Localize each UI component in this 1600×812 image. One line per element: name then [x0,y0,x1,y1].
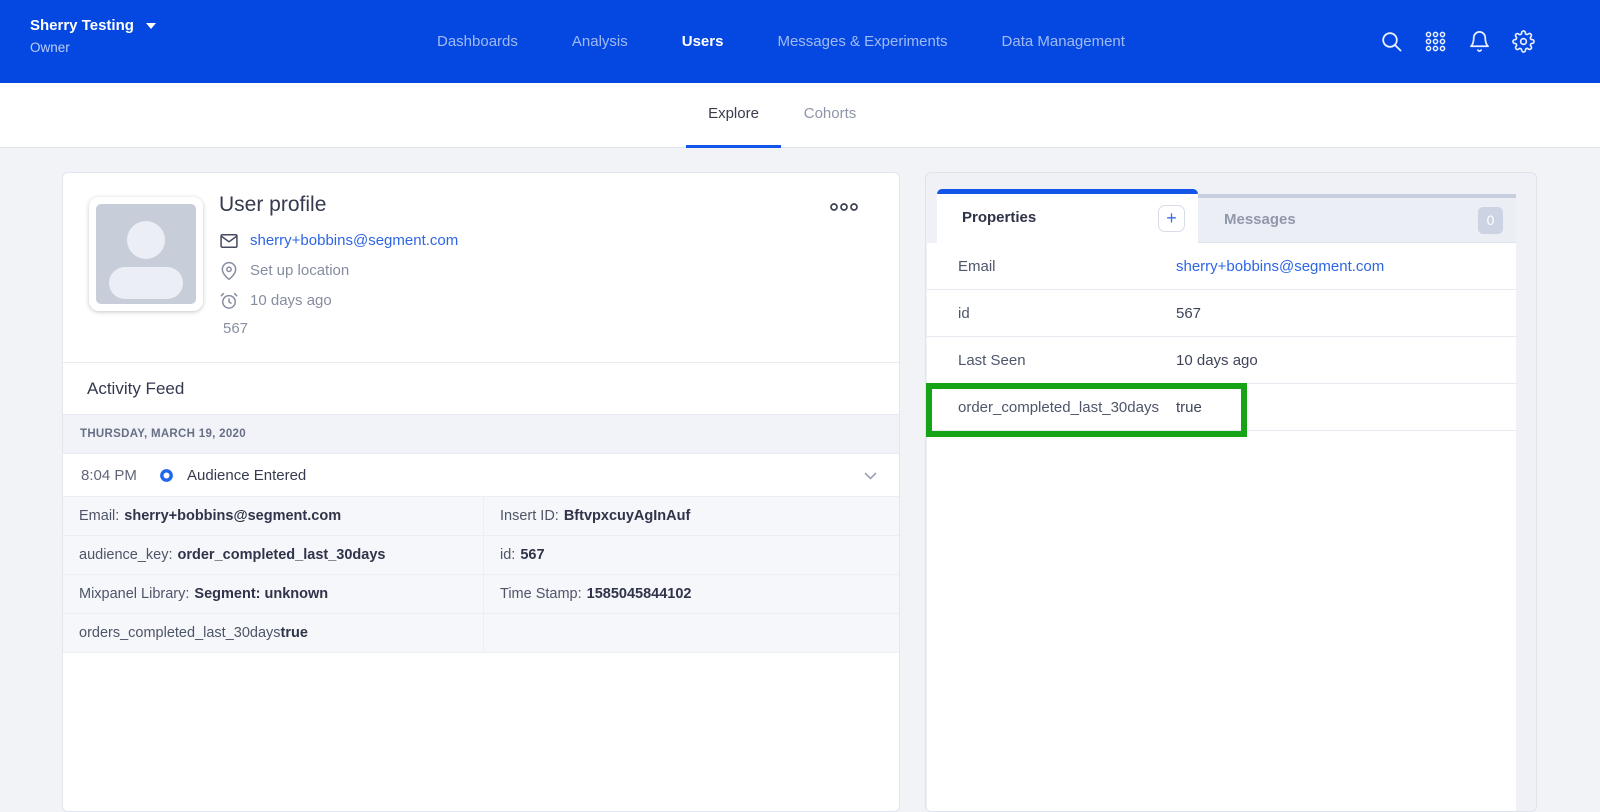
mail-icon [219,231,239,251]
property-row-last-seen: Last Seen 10 days ago [927,337,1516,384]
activity-date-header: THURSDAY, MARCH 19, 2020 [63,415,899,454]
avatar-body-shape [109,267,183,299]
event-time: 8:04 PM [81,467,159,484]
property-row-email: Email sherry+bobbins@segment.com [927,243,1516,290]
event-detail-cell-empty [484,614,899,653]
location-pin-icon [219,261,239,281]
event-detail-cell: Mixpanel Library:Segment: unknown [63,575,484,614]
top-nav: Sherry Testing Owner Dashboards Analysis… [0,0,1600,83]
nav-item-dashboards[interactable]: Dashboards [437,33,518,50]
more-options-icon[interactable] [829,201,859,213]
avatar-head-shape [127,221,165,259]
avatar [89,197,203,311]
property-row-order-completed: order_completed_last_30days true [927,384,1516,431]
primary-nav: Dashboards Analysis Users Messages & Exp… [437,0,1125,83]
event-detail-cell: Time Stamp:1585045844102 [484,575,899,614]
properties-tab-label: Properties [962,194,1036,241]
apps-grid-icon[interactable] [1424,30,1447,53]
last-seen-text: 10 days ago [250,292,332,309]
properties-card: Properties + Messages 0 Email sherry+bob… [925,172,1537,812]
account-role: Owner [30,40,156,55]
account-switcher[interactable]: Sherry Testing Owner [30,17,156,55]
chevron-down-icon[interactable] [864,472,877,481]
tab-properties[interactable]: Properties + [937,189,1198,243]
active-tab-underline [686,145,781,148]
add-property-button[interactable]: + [1158,205,1185,232]
settings-gear-icon[interactable] [1512,30,1535,53]
page-title: User profile [219,193,458,217]
user-profile-card: User profile sherry+bobbins@segment.com … [62,172,900,812]
event-detail-cell: audience_key:order_completed_last_30days [63,536,484,575]
properties-table: Email sherry+bobbins@segment.com id 567 … [927,243,1516,811]
event-name: Audience Entered [187,467,306,484]
explore-cohorts-tabbar: Explore Cohorts [0,83,1600,148]
tab-cohorts[interactable]: Cohorts [798,83,862,148]
tab-explore[interactable]: Explore [686,83,781,148]
event-type-icon [159,468,174,483]
alarm-clock-icon [219,291,239,311]
notifications-bell-icon[interactable] [1468,30,1491,53]
event-detail-cell: Email:sherry+bobbins@segment.com [63,497,484,536]
messages-tab-label: Messages [1224,198,1296,241]
nav-item-users[interactable]: Users [682,33,724,50]
user-distinct-id: 567 [223,320,458,337]
tab-messages[interactable]: Messages 0 [1198,194,1516,243]
set-up-location-link[interactable]: Set up location [250,262,349,279]
event-detail-cell: Insert ID:BftvpxcuyAgInAuf [484,497,899,536]
nav-icon-group [1380,0,1535,83]
event-details-table: Email:sherry+bobbins@segment.com Insert … [63,497,899,653]
user-email-link[interactable]: sherry+bobbins@segment.com [250,232,458,249]
property-row-id: id 567 [927,290,1516,337]
event-detail-cell: orders_completed_last_30daystrue [63,614,484,653]
search-icon[interactable] [1380,30,1403,53]
nav-item-analysis[interactable]: Analysis [572,33,628,50]
event-detail-cell: id:567 [484,536,899,575]
activity-feed-title: Activity Feed [63,362,899,415]
nav-item-data-management[interactable]: Data Management [1002,33,1125,50]
messages-count-badge: 0 [1478,207,1503,234]
nav-item-messages-experiments[interactable]: Messages & Experiments [777,33,947,50]
property-email-link[interactable]: sherry+bobbins@segment.com [1176,258,1384,275]
activity-event-row[interactable]: 8:04 PM Audience Entered [63,454,899,497]
account-name[interactable]: Sherry Testing [30,17,134,34]
chevron-down-icon [146,23,156,29]
